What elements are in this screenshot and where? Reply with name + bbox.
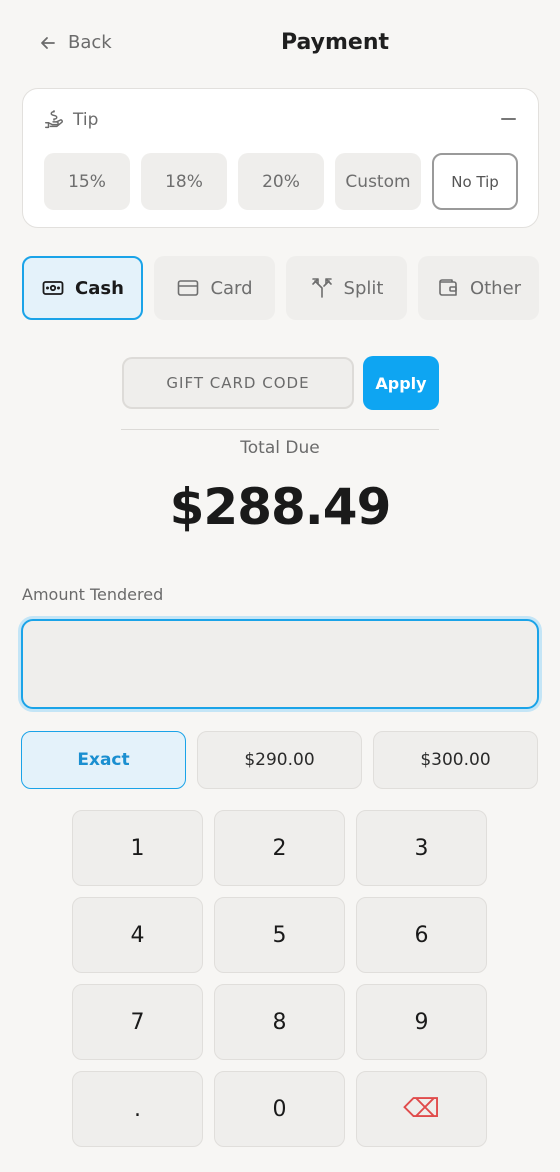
key-0[interactable]: 0: [214, 1071, 345, 1147]
method-split[interactable]: Split: [286, 256, 407, 320]
key-4[interactable]: 4: [72, 897, 203, 973]
key-8[interactable]: 8: [214, 984, 345, 1060]
key-7[interactable]: 7: [72, 984, 203, 1060]
tip-option-custom[interactable]: Custom: [335, 153, 421, 210]
card-icon: [178, 280, 199, 296]
backspace-key[interactable]: ⌫: [356, 1071, 487, 1147]
cash-icon: [42, 281, 64, 295]
divider: [121, 429, 439, 430]
key-decimal[interactable]: .: [72, 1071, 203, 1147]
amount-tendered-input[interactable]: [21, 619, 539, 709]
method-label: Split: [343, 277, 384, 299]
split-icon: [311, 278, 332, 298]
key-6[interactable]: 6: [356, 897, 487, 973]
minus-icon: [500, 118, 516, 120]
wallet-icon: [439, 279, 457, 296]
method-cash[interactable]: Cash: [22, 256, 143, 320]
method-other[interactable]: Other: [418, 256, 539, 320]
payment-screen: Back Payment Tip 15% 18% 20% Custom No T…: [0, 0, 560, 1172]
tip-option-15[interactable]: 15%: [44, 153, 130, 210]
quick-amount-300[interactable]: $300.00: [373, 731, 538, 789]
header: Back Payment: [0, 20, 560, 68]
key-5[interactable]: 5: [214, 897, 345, 973]
key-2[interactable]: 2: [214, 810, 345, 886]
tip-option-18[interactable]: 18%: [141, 153, 227, 210]
amount-tendered-label: Amount Tendered: [22, 585, 164, 604]
tip-label: Tip: [73, 110, 99, 130]
quick-amounts: Exact $290.00 $300.00: [21, 731, 538, 789]
payment-methods: Cash Card Split Other: [22, 256, 539, 320]
quick-amount-exact[interactable]: Exact: [21, 731, 186, 789]
tip-collapse-button[interactable]: [500, 111, 516, 127]
total-due-label: Total Due: [240, 438, 320, 458]
tip-options: 15% 18% 20% Custom No Tip: [44, 153, 518, 210]
method-label: Cash: [75, 277, 124, 299]
tip-option-20[interactable]: 20%: [238, 153, 324, 210]
page-title: Payment: [280, 30, 390, 55]
key-3[interactable]: 3: [356, 810, 487, 886]
method-label: Card: [210, 277, 253, 299]
tip-hand-icon: [45, 110, 63, 129]
method-card[interactable]: Card: [154, 256, 275, 320]
tip-header: Tip: [43, 109, 98, 131]
numeric-keypad: 1 2 3 4 5 6 7 8 9 . 0 ⌫: [72, 810, 487, 1147]
apply-button[interactable]: Apply: [363, 356, 439, 410]
tip-option-no-tip[interactable]: No Tip: [432, 153, 518, 210]
tip-card: Tip 15% 18% 20% Custom No Tip: [22, 88, 539, 228]
gift-card-input[interactable]: GIFT CARD CODE: [122, 357, 354, 409]
method-label: Other: [469, 277, 522, 299]
total-due-amount: $288.49: [169, 478, 392, 536]
backspace-icon: ⌫: [403, 1094, 440, 1124]
key-1[interactable]: 1: [72, 810, 203, 886]
key-9[interactable]: 9: [356, 984, 487, 1060]
quick-amount-290[interactable]: $290.00: [197, 731, 362, 789]
